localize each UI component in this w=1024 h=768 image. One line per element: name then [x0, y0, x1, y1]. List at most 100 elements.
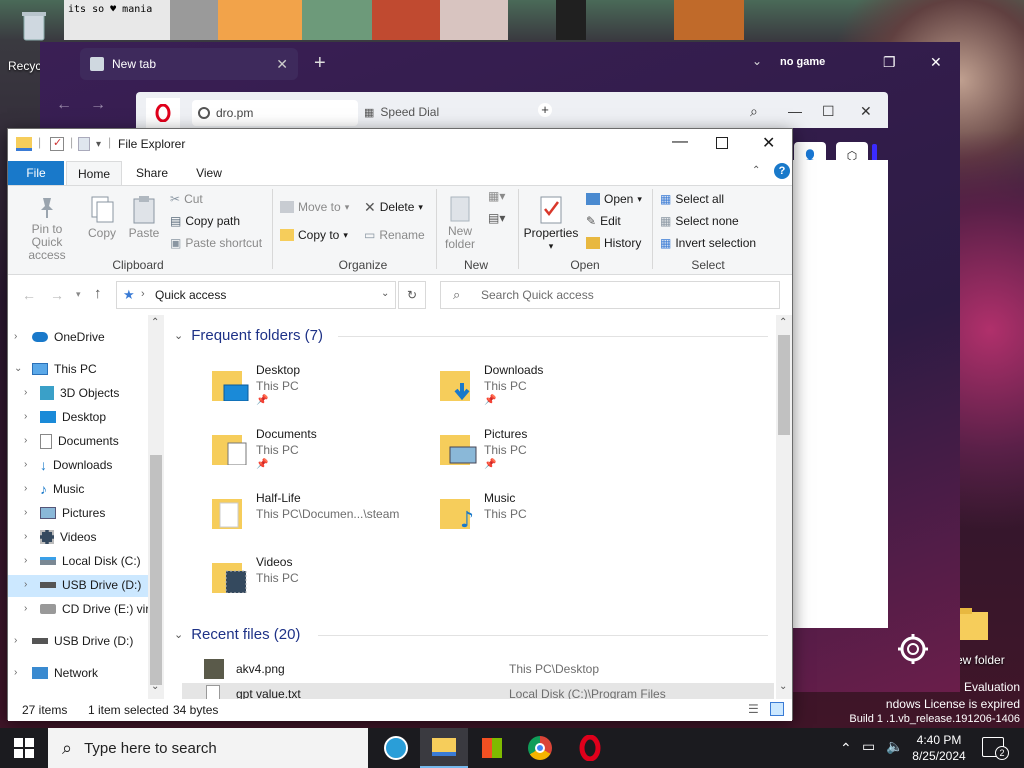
explorer-minimize-icon[interactable]: —	[672, 133, 688, 151]
nav-item-local-disk[interactable]: Local Disk (C:)	[40, 550, 141, 572]
ribbon-tab-home[interactable]: Home	[66, 161, 122, 185]
expand-chevron-icon[interactable]: ›	[24, 459, 27, 470]
edit-button[interactable]: ✎ Edit	[586, 212, 621, 230]
scroll-up-chevron-icon[interactable]: ⌃	[151, 317, 159, 328]
move-to-button[interactable]: Move to ▾	[280, 198, 349, 216]
expand-chevron-icon[interactable]: ›	[24, 579, 27, 590]
expand-chevron-icon[interactable]: ›	[14, 635, 17, 646]
opera-inner-maximize-icon[interactable]: ☐	[822, 103, 835, 120]
address-bar[interactable]: ★ › Quick access ⌄	[116, 281, 396, 309]
properties-qa-icon[interactable]: ✓	[50, 137, 64, 151]
nav-item-pictures[interactable]: Pictures	[40, 502, 105, 524]
ribbon-collapse-chevron-icon[interactable]: ⌃	[752, 165, 760, 176]
opera-address-bar[interactable]: dro.pm	[192, 100, 358, 126]
details-view-icon[interactable]: ☰	[748, 702, 759, 716]
select-all-button[interactable]: ▦ Select all	[660, 190, 724, 208]
folder-tile-pictures[interactable]: Pictures This PC 📌	[434, 425, 654, 473]
opera-settings-gear-icon[interactable]	[896, 632, 930, 666]
nav-item-desktop[interactable]: Desktop	[40, 406, 106, 428]
nav-item-cd-drive[interactable]: CD Drive (E:) virt	[40, 598, 153, 620]
speed-dial-tab[interactable]: ▦ Speed Dial	[364, 105, 439, 119]
delete-button[interactable]: ✕ Delete ▾	[364, 198, 423, 216]
explorer-close-icon[interactable]: ✕	[762, 133, 775, 153]
expand-chevron-icon[interactable]: ›	[14, 667, 17, 678]
scroll-up-chevron-icon[interactable]: ⌃	[779, 317, 787, 328]
explorer-maximize-icon[interactable]	[716, 137, 728, 149]
opera-inner-new-tab-icon[interactable]: +	[538, 103, 552, 117]
recent-file-row[interactable]: akv4.png This PC\Desktop	[182, 657, 774, 681]
ribbon-tab-file[interactable]: File	[8, 161, 64, 185]
start-windows-icon[interactable]	[14, 738, 34, 758]
taskbar-app-file-explorer[interactable]	[420, 728, 468, 768]
nav-item-usb-drive-root[interactable]: USB Drive (D:)	[32, 630, 133, 652]
nav-scroll-thumb[interactable]	[150, 455, 162, 685]
paste-button[interactable]: Paste	[126, 193, 162, 240]
tab-close-icon[interactable]: ✕	[276, 56, 288, 73]
opera-inner-close-icon[interactable]: ✕	[860, 103, 872, 120]
folder-tile-half-life[interactable]: Half-Life This PC\Documen...\steam	[206, 489, 432, 537]
properties-button[interactable]: Properties ▾	[522, 193, 580, 253]
opera-inner-minimize-icon[interactable]: —	[788, 103, 802, 119]
nav-item-videos[interactable]: Videos	[40, 526, 96, 548]
recent-files-header[interactable]: ⌄ Recent files (20)	[174, 626, 300, 643]
forward-arrow-icon[interactable]: →	[50, 287, 64, 303]
search-box[interactable]: ⌕ Search Quick access	[440, 281, 780, 309]
expand-chevron-icon[interactable]: ›	[24, 531, 27, 542]
opera-restore-icon[interactable]: ❐	[883, 54, 896, 71]
opera-back-icon[interactable]: ←	[56, 96, 72, 114]
opera-logo-icon[interactable]	[146, 98, 180, 128]
help-icon[interactable]: ?	[774, 163, 790, 179]
select-none-button[interactable]: ▦ Select none	[660, 212, 739, 230]
volume-icon[interactable]: 🔈	[886, 738, 903, 755]
recent-file-row-selected[interactable]: gpt value.txt Local Disk (C:)\Program Fi…	[182, 683, 774, 699]
new-folder-icon[interactable]	[958, 604, 990, 644]
section-collapse-chevron-icon[interactable]: ⌄	[174, 329, 183, 342]
folder-tile-desktop[interactable]: Desktop This PC 📌	[206, 361, 426, 409]
nav-item-usb-drive[interactable]: USB Drive (D:)	[40, 574, 141, 596]
new-folder-button[interactable]: New folder	[440, 193, 480, 251]
taskbar-app-store[interactable]	[468, 728, 516, 768]
taskbar-search-box[interactable]: ⌕ Type here to search	[48, 728, 368, 768]
folder-tile-music[interactable]: ♪ Music This PC	[434, 489, 654, 537]
section-collapse-chevron-icon[interactable]: ⌄	[174, 628, 183, 641]
paste-shortcut-button[interactable]: ▣ Paste shortcut	[170, 234, 262, 252]
up-arrow-icon[interactable]: ↑	[94, 285, 102, 302]
taskbar-app-browser[interactable]	[372, 728, 420, 768]
customize-qa-chevron-icon[interactable]: ▾	[96, 139, 101, 150]
opera-tab[interactable]: New tab ✕	[80, 48, 298, 80]
network-status-icon[interactable]: ▭	[862, 738, 875, 755]
open-button[interactable]: Open ▾	[586, 190, 642, 208]
nav-item-onedrive[interactable]: OneDrive	[32, 326, 105, 348]
cut-button[interactable]: ✂ Cut	[170, 190, 203, 208]
tab-menu-chevron-icon[interactable]: ⌄	[752, 54, 762, 68]
easy-access-icon[interactable]: ▤▾	[488, 211, 505, 225]
taskbar-app-chrome[interactable]	[516, 728, 564, 768]
copy-to-button[interactable]: Copy to ▾	[280, 226, 348, 244]
expand-chevron-icon[interactable]: ›	[24, 387, 27, 398]
ribbon-tab-view[interactable]: View	[184, 161, 234, 185]
rename-button[interactable]: ▭ Rename	[364, 226, 425, 244]
show-hidden-icons-chevron-icon[interactable]: ⌃	[840, 740, 852, 757]
collapse-chevron-icon[interactable]: ⌄	[14, 363, 22, 374]
refresh-icon[interactable]: ↻	[398, 281, 426, 309]
large-icons-view-icon[interactable]	[770, 702, 784, 716]
opera-search-icon[interactable]: ⌕	[750, 103, 758, 120]
pin-to-quick-access-button[interactable]: Pin to Quick access	[14, 193, 80, 262]
taskbar-clock[interactable]: 4:40 PM 8/25/2024	[904, 732, 974, 764]
history-button[interactable]: History	[586, 234, 641, 252]
nav-item-this-pc[interactable]: This PC	[32, 358, 97, 380]
taskbar-app-opera[interactable]	[566, 728, 614, 768]
nav-item-3d-objects[interactable]: 3D Objects	[40, 382, 119, 404]
back-arrow-icon[interactable]: ←	[22, 287, 36, 303]
folder-tile-videos[interactable]: Videos This PC	[206, 553, 426, 601]
nav-item-network[interactable]: Network	[32, 662, 98, 684]
nav-item-documents[interactable]: Documents	[40, 430, 119, 452]
nav-item-downloads[interactable]: ↓ Downloads	[40, 454, 112, 476]
invert-selection-button[interactable]: ▦ Invert selection	[660, 234, 756, 252]
scroll-down-chevron-icon[interactable]: ⌄	[779, 681, 787, 692]
new-item-icon[interactable]: ▦▾	[488, 189, 505, 203]
new-tab-icon[interactable]: +	[314, 52, 326, 75]
notification-center-icon[interactable]: 2	[982, 737, 1009, 760]
expand-chevron-icon[interactable]: ›	[24, 435, 27, 446]
new-folder-qa-icon[interactable]	[78, 137, 90, 151]
